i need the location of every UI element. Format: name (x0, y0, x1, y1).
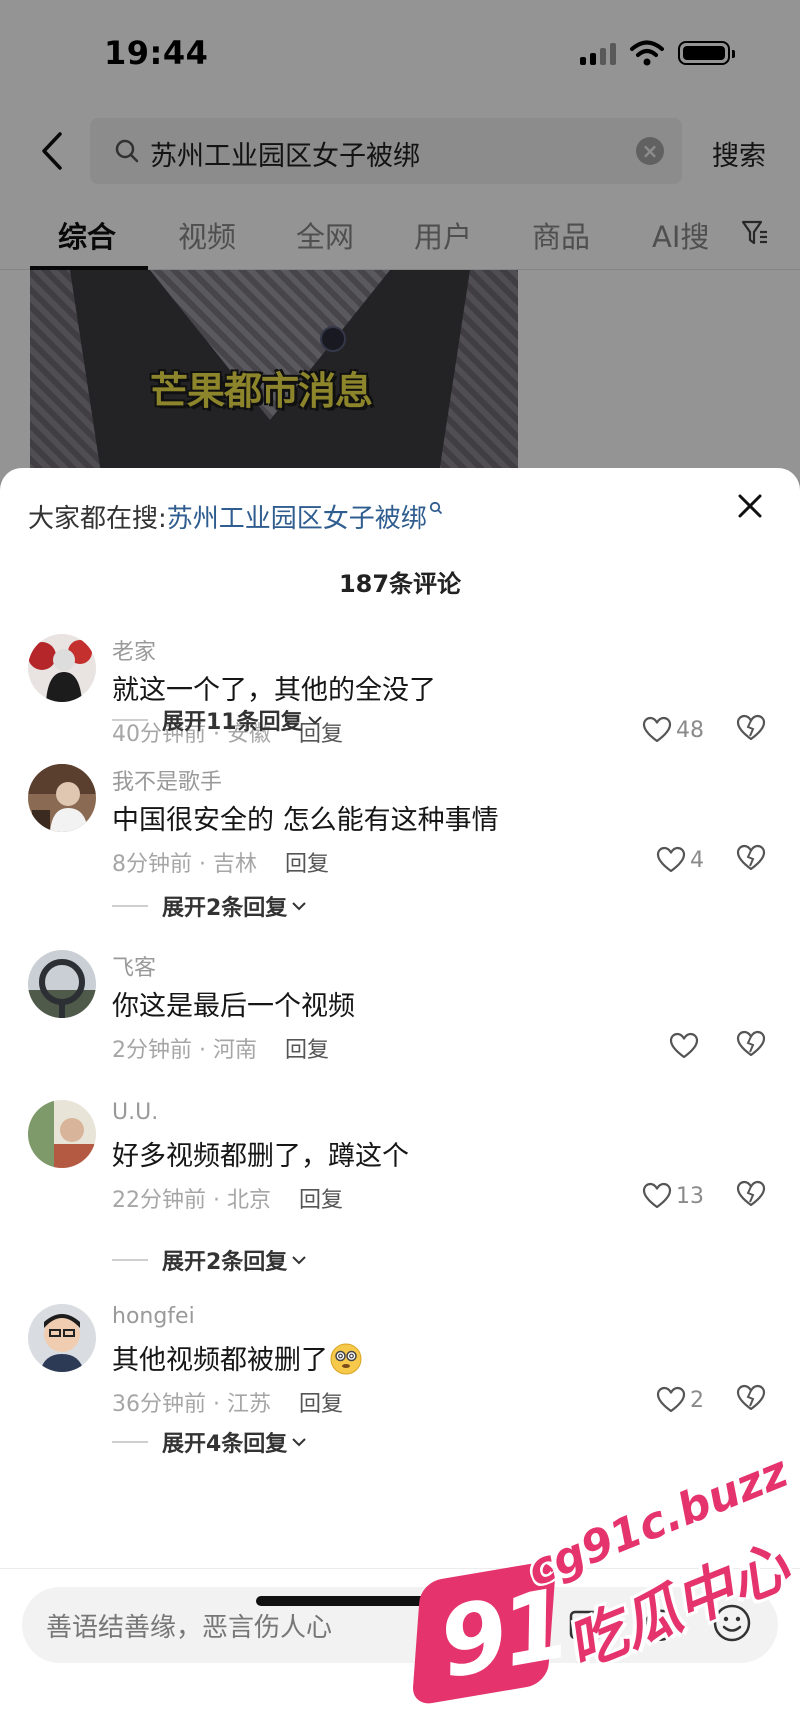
chevron-down-icon (292, 1256, 307, 1265)
comment-text: 你这是最后一个视频 (112, 991, 355, 1022)
comment-time-location: 36分钟前 · 江苏 (112, 1392, 271, 1417)
hot-search-keyword[interactable]: 苏州工业园区女子被绑 (167, 504, 427, 534)
dislike-icon[interactable] (736, 1180, 766, 1208)
reply-button[interactable]: 回复 (285, 852, 329, 877)
reply-button[interactable]: 回复 (299, 1188, 343, 1213)
comment-count: 187条评论 (338, 570, 462, 598)
comment-username[interactable]: hongfei (112, 1304, 195, 1329)
expand-replies[interactable]: 展开4条回复 (112, 1426, 307, 1458)
comment-input-placeholder: 善语结善缘，恶言伤人心 (46, 1613, 333, 1643)
heart-icon (642, 1182, 672, 1209)
comment-text: 好多视频都删了，蹲这个 (112, 1141, 409, 1172)
chevron-down-icon (292, 1438, 307, 1447)
image-icon[interactable] (568, 1607, 604, 1643)
like-button[interactable]: 4 (656, 844, 704, 876)
comment-text: 就这一个了，其他的全没了 (112, 675, 436, 706)
comment-time-location: 2分钟前 · 河南 (112, 1038, 257, 1063)
hot-search-prefix: 大家都在搜: (28, 504, 167, 534)
like-button[interactable] (669, 1030, 704, 1062)
comment-meta: 2分钟前 · 河南 回复 (112, 1032, 329, 1064)
hot-search[interactable]: 大家都在搜:苏州工业园区女子被绑 (28, 498, 443, 535)
expand-replies[interactable]: 展开11条回复 (112, 704, 323, 736)
avatar[interactable] (28, 1100, 96, 1168)
close-icon[interactable] (732, 488, 768, 524)
comment-username[interactable]: 我不是歌手 (112, 764, 222, 796)
avatar[interactable] (28, 764, 96, 832)
heart-icon (656, 846, 686, 873)
emoji-icon[interactable] (712, 1603, 752, 1643)
expand-replies[interactable]: 展开2条回复 (112, 890, 307, 922)
reply-button[interactable]: 回复 (285, 1038, 329, 1063)
comment-sheet: 大家都在搜:苏州工业园区女子被绑 187条评论 老家 就这一个了，其他的全没了 … (0, 468, 800, 1736)
like-button[interactable]: 2 (656, 1384, 704, 1416)
avatar[interactable] (28, 1304, 96, 1372)
dislike-icon[interactable] (736, 714, 766, 742)
heart-icon (669, 1032, 699, 1059)
comment-text: 其他视频都被删了 (112, 1338, 362, 1377)
dizzy-face-emoji-icon (330, 1343, 362, 1375)
dislike-icon[interactable] (736, 1384, 766, 1412)
home-indicator (256, 1596, 546, 1606)
heart-icon (642, 716, 672, 743)
comment-text: 中国很安全的 怎么能有这种事情 (112, 805, 499, 836)
comment-time-location: 22分钟前 · 北京 (112, 1188, 271, 1213)
at-icon[interactable]: @ (642, 1603, 678, 1644)
like-count: 48 (676, 717, 704, 743)
comment-meta: 22分钟前 · 北京 回复 (112, 1182, 343, 1214)
avatar[interactable] (28, 950, 96, 1018)
comment-time-location: 8分钟前 · 吉林 (112, 852, 257, 877)
comment-meta: 36分钟前 · 江苏 回复 (112, 1386, 343, 1418)
chevron-down-icon (292, 902, 307, 911)
like-button[interactable]: 48 (642, 714, 704, 746)
dislike-icon[interactable] (736, 1030, 766, 1058)
reply-button[interactable]: 回复 (299, 1392, 343, 1417)
like-count: 2 (690, 1387, 704, 1413)
dislike-icon[interactable] (736, 844, 766, 872)
comment-username[interactable]: 老家 (112, 634, 156, 666)
heart-icon (656, 1386, 686, 1413)
expand-replies[interactable]: 展开2条回复 (112, 1244, 307, 1276)
like-count: 4 (690, 847, 704, 873)
comment-input-bar: 善语结善缘，恶言伤人心 @ (0, 1568, 800, 1736)
comment-meta: 8分钟前 · 吉林 回复 (112, 846, 329, 878)
search-icon (429, 501, 442, 515)
like-count: 13 (676, 1183, 704, 1209)
dim-overlay[interactable] (0, 0, 800, 480)
comment-username[interactable]: U.U. (112, 1100, 158, 1125)
comment-username[interactable]: 飞客 (112, 950, 156, 982)
like-button[interactable]: 13 (642, 1180, 704, 1212)
avatar[interactable] (28, 634, 96, 702)
chevron-down-icon (307, 716, 322, 725)
